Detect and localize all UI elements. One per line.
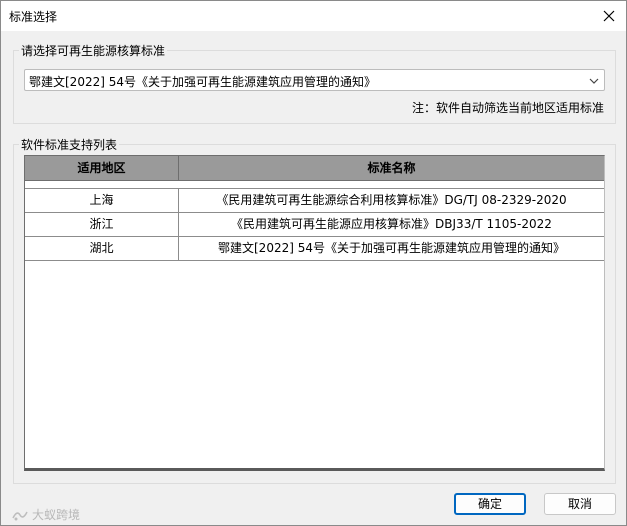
window-title: 标准选择 — [9, 10, 58, 24]
selection-group-label: 请选择可再生能源核算标准 — [19, 42, 168, 59]
chevron-down-icon — [589, 78, 599, 84]
table-row[interactable]: 湖北 鄂建文[2022] 54号《关于加强可再生能源建筑应用管理的通知》 — [25, 237, 604, 261]
standard-select-dialog: 标准选择 请选择可再生能源核算标准 鄂建文[2022] 54号《关于加强可再生能… — [0, 0, 627, 526]
table-row[interactable]: 浙江 《民用建筑可再生能源应用核算标准》DBJ33/T 1105-2022 — [25, 213, 604, 237]
cancel-button[interactable]: 取消 — [544, 493, 616, 515]
standard-cell: 鄂建文[2022] 54号《关于加强可再生能源建筑应用管理的通知》 — [218, 241, 565, 255]
standard-dropdown-value: 鄂建文[2022] 54号《关于加强可再生能源建筑应用管理的通知》 — [29, 75, 376, 89]
close-button[interactable] — [598, 5, 620, 27]
auto-filter-note: 注：软件自动筛选当前地区适用标准 — [411, 101, 604, 115]
region-cell: 上海 — [89, 193, 114, 207]
standard-dropdown[interactable]: 鄂建文[2022] 54号《关于加强可再生能源建筑应用管理的通知》 — [24, 69, 605, 91]
watermark: 大蚁跨境 — [11, 506, 80, 523]
watermark-text: 大蚁跨境 — [32, 508, 81, 522]
title-bar: 标准选择 — [1, 1, 626, 31]
watermark-logo-icon — [12, 511, 28, 520]
standard-cell: 《民用建筑可再生能源应用核算标准》DBJ33/T 1105-2022 — [231, 217, 552, 231]
column-header-standard[interactable]: 标准名称 — [179, 156, 604, 180]
region-cell: 湖北 — [89, 241, 114, 255]
table-spacer-row — [25, 181, 604, 189]
column-header-region[interactable]: 适用地区 — [25, 156, 178, 180]
table-row[interactable]: 上海 《民用建筑可再生能源综合利用核算标准》DG/TJ 08-2329-2020 — [25, 189, 604, 213]
standard-cell: 《民用建筑可再生能源综合利用核算标准》DG/TJ 08-2329-2020 — [216, 193, 567, 207]
support-list-group-label: 软件标准支持列表 — [19, 136, 120, 153]
standards-table: 适用地区 标准名称 上海 《民用建筑可再生能源综合利用核算标准》DG/TJ 08… — [24, 155, 605, 471]
ok-button[interactable]: 确定 — [454, 493, 526, 515]
region-cell: 浙江 — [89, 217, 114, 231]
table-header: 适用地区 标准名称 — [25, 156, 604, 181]
close-icon — [603, 10, 615, 22]
